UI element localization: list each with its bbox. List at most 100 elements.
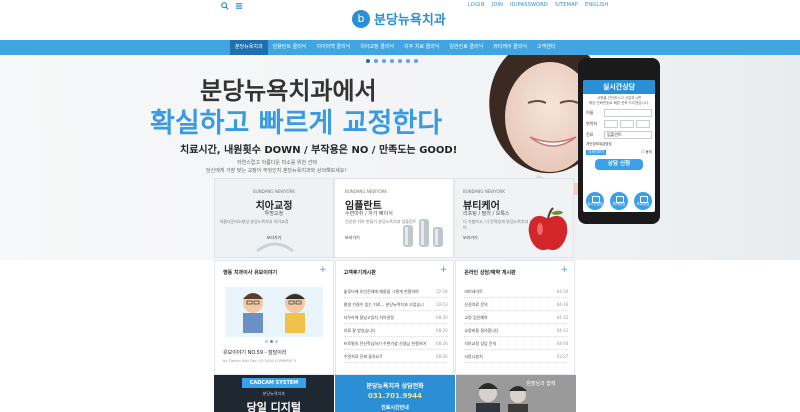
online-list: 라미네이트 04-20 신경치료 문의 04-16 교정 임진예약 04-15 교정비… [464,285,569,363]
list-item[interactable]: 솔루터에 부인진대에 때들을 그렇게 친절하여 12-18 [343,285,448,298]
card-subtitle: 리프팅 / 필러 / 보톡스 [463,211,510,217]
name-input[interactable] [604,109,652,117]
phone-label: 연락처 [586,121,598,126]
card-more-link[interactable]: 보러가기 [463,235,478,241]
pager-dot[interactable] [270,340,273,343]
slider-dot[interactable] [374,59,378,63]
list-item[interactable]: 치료 잘 받았습니다 08-20 [343,324,448,337]
nav-item-whitening[interactable]: 치아미백 클리닉 [311,40,355,55]
nav-item-general[interactable]: 일반진료 클리닉 [444,40,488,55]
item-title: 자꾸라에 잘났고있치 치아관정 [343,315,395,320]
reserve-icon-label: 예약상담 [612,202,626,206]
hero-desc-line1: 자연스럽고 아름다운 미소를 위한 선택 [237,160,317,166]
nav-item-implant[interactable]: 임플란트 클리닉 [268,40,312,55]
chat-icon[interactable]: 실시간상담 [586,192,604,210]
phone-hours-title: 진료시간안내 [381,405,409,411]
more-plus-icon[interactable]: + [319,265,327,275]
cadcam-tag: CADCAM SYSTEM [242,378,306,388]
card-more-link[interactable]: 보러가기 [345,235,360,241]
english-link[interactable]: ENGLISH [585,2,608,8]
photo-banner[interactable]: 원장님과 함께 [456,375,577,412]
list-item[interactable]: 신경치료 문의 04-16 [464,298,569,311]
list-item[interactable]: 자꾸라에 잘났고있치 치아관정 08-20 [343,311,448,324]
menu-icon[interactable] [235,2,243,13]
reserve-icon[interactable]: 예약상담 [610,192,628,210]
login-link[interactable]: LOGIN [468,2,485,8]
item-date: 04-11 [556,328,569,333]
nav-item-orthodontics[interactable]: 치아교정 클리닉 [355,40,399,55]
site-logo[interactable]: b 분당뉴욕치과 [352,9,446,28]
phone-input-3[interactable] [636,120,650,128]
bottom-banners: CADCAM SYSTEM 분당뉴욕치과 당일 디지털 분당뉴욕치과 상담전화 … [214,375,577,412]
slider-dot[interactable] [390,59,394,63]
story-meta: by. Dental Wiki Dec. 05 2016 COMMENT 0 [223,359,297,363]
slider-dot[interactable] [406,59,410,63]
board-story: 행동 치과이사 유모이야기 + 유모이야기 NO.59 - 잠담이라 by. D… [214,260,334,375]
join-link[interactable]: JOIN [492,2,503,8]
list-item[interactable]: 사랑니발치 03-27 [464,350,569,363]
service-cards: BUNDANG NEWYORK 치아교정 투명교정 아름다운미소완성 분당뉴욕치… [214,178,576,258]
item-date: 12-18 [436,289,448,294]
list-item[interactable]: 교정비용 질의합니다 04-11 [464,324,569,337]
phone-input-1[interactable] [604,120,618,128]
nav-item-periodontics[interactable]: 치주 치료 클리닉 [399,40,444,55]
pager-dot[interactable] [275,340,278,343]
hero-desc-line2: 당신에게 가장 맞는 교정이 무엇인지 분당뉴욕치과와 상의해보세요! [206,168,347,174]
card-brand: BUNDANG NEWYORK [463,189,506,194]
consult-note: 사용을 간단하시고 신분하시면 해당 전화번호로 빠른 연락 드리겠습니다. [583,96,655,106]
card-beauty[interactable]: BUNDANG NEWYORK 뷰티케어 리프팅 / 필러 / 보톡스 더 가볍… [454,178,574,258]
phone-banner-title: 분당뉴욕치과 상담전화 [366,383,424,390]
header: b 분당뉴욕치과 LOGIN JOIN ID/PASSWORD SITEMAP … [0,0,800,40]
item-date: 08-26 [436,341,448,346]
phone-number[interactable]: 031.701.9944 [335,392,456,400]
item-title: 평생 가질수 있는 치료... 분당뉴욕치과 고맙습니 [343,302,424,307]
item-date: 08-20 [436,315,448,320]
consult-type-row: 진료 임플란트 [583,131,655,139]
cadcam-banner[interactable]: CADCAM SYSTEM 분당뉴욕치과 당일 디지털 [214,375,334,412]
list-item[interactable]: 수면치료 진짜 좋아요!! 08-26 [343,350,448,363]
boards-section: 행동 치과이사 유모이야기 + 유모이야기 NO.59 - 잠담이라 by. D… [214,260,576,375]
cartoon-image[interactable] [225,287,323,337]
phone-input-2[interactable] [620,120,634,128]
privacy-label: 개인정보취급방침 [586,142,612,146]
nav-item-home[interactable]: 분당뉴욕치과 [230,40,268,55]
header-tools [221,2,243,13]
slider-dots [366,59,418,63]
type-select[interactable]: 임플란트 [604,131,652,139]
agree-checkbox[interactable]: ☐ 동의 [641,150,652,155]
privacy-detail-button[interactable]: 자세히보기 [586,150,607,155]
kakao-icon[interactable]: 카톡상담 [634,192,652,210]
more-plus-icon[interactable]: + [560,265,568,275]
privacy-row: 개인정보취급방침 [583,142,655,147]
story-caption[interactable]: 유모이야기 NO.59 - 잠담이라 [223,349,286,356]
id-password-link[interactable]: ID/PASSWORD [510,2,548,8]
item-title: 수면치료 진짜 좋아요!! [343,354,383,359]
item-title: 사랑니발치 [464,354,483,359]
item-title: 라미네이트 [464,289,483,294]
card-orthodontics[interactable]: BUNDANG NEWYORK 치아교정 투명교정 아름다운미소완성 분당뉴욕치… [214,178,334,258]
slider-dot[interactable] [366,59,370,63]
staff-photo [456,375,577,412]
list-item[interactable]: 프로필의 전신학님하기 주변가셨 선생님 친절하여 08-26 [343,337,448,350]
item-title: 교정 임진예약 [464,315,488,320]
list-item[interactable]: 라미네이트 04-20 [464,285,569,298]
slider-dot[interactable] [382,59,386,63]
cadcam-title: 당일 디지털 [246,401,302,412]
card-implant[interactable]: BUNDANG NEWYORK 임플란트 수면마취 / 자가 뼈이식 건강한 치… [334,178,454,258]
agree-label: 동의 [645,150,652,154]
slider-dot[interactable] [414,59,418,63]
pager-dot[interactable] [265,340,268,343]
privacy-action-row: 자세히보기 ☐ 동의 [583,150,655,155]
nav-item-beauty[interactable]: 뷰티케어 클리닉 [488,40,532,55]
list-item[interactable]: 평생 가질수 있는 치료... 분당뉴욕치과 고맙습니 10-13 [343,298,448,311]
list-item[interactable]: 치아교정 상담 문의 04-04 [464,337,569,350]
consult-submit-button[interactable]: 상담 신청 [595,159,643,170]
more-plus-icon[interactable]: + [440,265,448,275]
hero-banner: 분당뉴욕치과에서 확실하고 빠르게 교정한다 치료시간, 내원횟수 DOWN /… [0,55,800,260]
phone-banner[interactable]: 분당뉴욕치과 상담전화 031.701.9944 진료시간안내 [334,375,456,412]
nav-item-support[interactable]: 고객센터 [532,40,560,55]
slider-dot[interactable] [398,59,402,63]
sitemap-link[interactable]: SITEMAP [555,2,578,8]
search-icon[interactable] [221,2,229,13]
list-item[interactable]: 교정 임진예약 04-15 [464,311,569,324]
